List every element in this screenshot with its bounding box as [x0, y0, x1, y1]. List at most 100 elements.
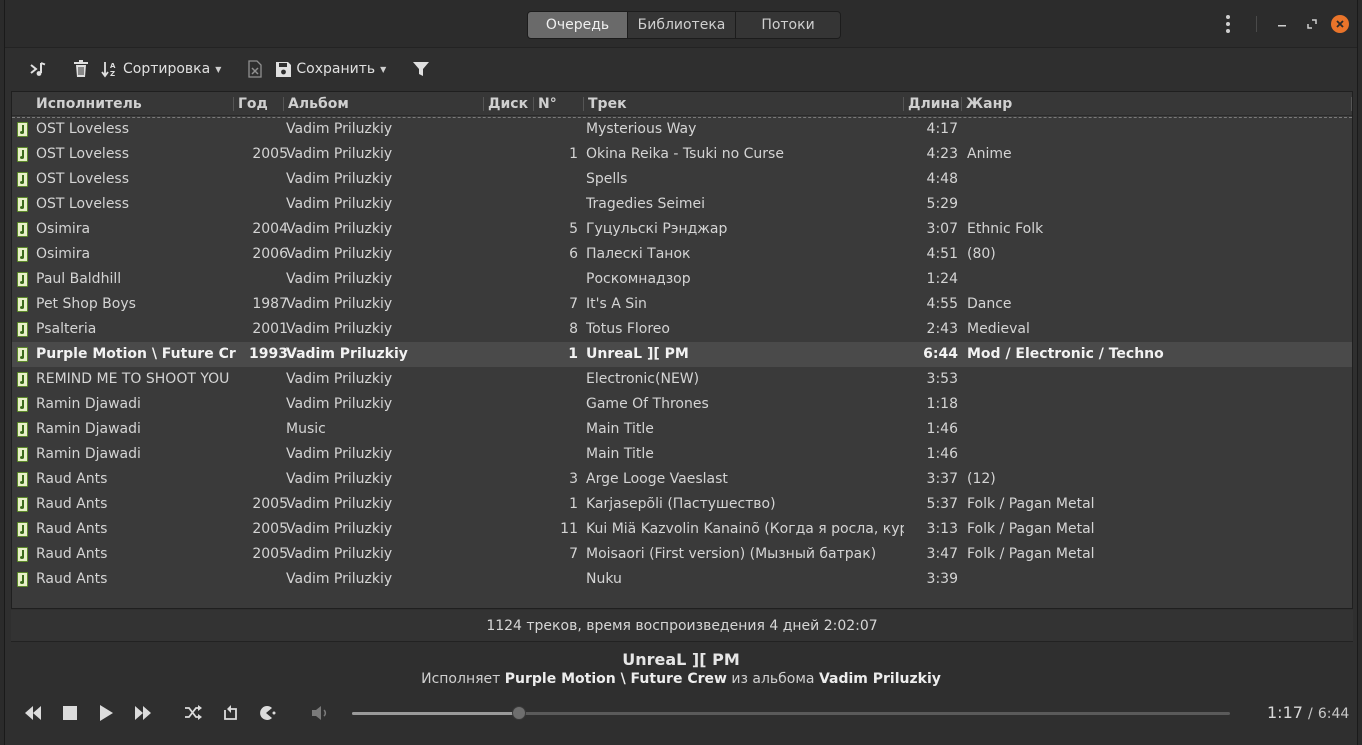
cell-num: 3: [569, 471, 578, 487]
table-row-playing[interactable]: Purple Motion \ Future Crew 1993 Vadim Pri…: [12, 342, 1352, 367]
column-length[interactable]: Длина: [904, 92, 962, 116]
cell-length: 4:55: [926, 296, 958, 312]
table-row[interactable]: Pet Shop Boys 1987 Vadim Priluzkiy 7 It's A …: [12, 292, 1352, 317]
repeat-button[interactable]: [219, 702, 241, 724]
cell-disc: [486, 517, 536, 542]
table-row[interactable]: OST Loveless Vadim Priluzkiy Mysterious Wa…: [12, 117, 1352, 142]
menu-kebab-icon[interactable]: [1218, 14, 1238, 34]
cell-album: Vadim Priluzkiy: [286, 321, 393, 337]
clear-queue-button[interactable]: [67, 54, 95, 84]
cell-num: 6: [569, 246, 578, 262]
cell-disc: [486, 217, 536, 242]
cell-year: [238, 117, 288, 142]
table-row[interactable]: Raud Ants 2005 Vadim Priluzkiy 11 Kui Miä Ka…: [12, 517, 1352, 542]
minimize-button[interactable]: [1271, 13, 1293, 35]
table-row[interactable]: Osimira 2004 Vadim Priluzkiy 5 Гуцульскі Рэн…: [12, 217, 1352, 242]
cell-disc: [486, 567, 536, 592]
cell-length: 4:17: [926, 121, 958, 137]
cell-track: Arge Looge Vaeslast: [586, 471, 728, 487]
floppy-disk-icon: [276, 61, 292, 77]
previous-button[interactable]: [22, 702, 44, 724]
column-genre[interactable]: Жанр: [962, 92, 1352, 116]
cell-disc: [486, 117, 536, 142]
cell-album: Vadim Priluzkiy: [286, 446, 393, 462]
stop-button[interactable]: [59, 702, 81, 724]
time-separator: /: [1308, 706, 1313, 722]
table-row[interactable]: Osimira 2006 Vadim Priluzkiy 6 Палескі Танок…: [12, 242, 1352, 267]
tab-queue[interactable]: Очередь: [528, 12, 628, 38]
table-row[interactable]: Ramin Djawadi Vadim Priluzkiy Main Title 1:…: [12, 442, 1352, 467]
table-row[interactable]: Ramin Djawadi Vadim Priluzkiy Game Of Thro…: [12, 392, 1352, 417]
column-disc[interactable]: Диск: [484, 92, 534, 116]
music-file-icon: [17, 222, 28, 237]
cell-track: Spells: [586, 171, 628, 187]
table-row[interactable]: Paul Baldhill Vadim Priluzkiy Роскомнадзор…: [12, 267, 1352, 292]
cell-album: Vadim Priluzkiy: [286, 571, 393, 587]
queue-status: 1124 треков, время воспроизведения 4 дне…: [11, 610, 1353, 642]
save-button[interactable]: Сохранить ▼: [269, 54, 392, 84]
cell-track: Mysterious Way: [586, 121, 697, 137]
cell-artist: OST Loveless: [36, 121, 130, 137]
table-row[interactable]: Raud Ants Vadim Priluzkiy Nuku 3:39: [12, 567, 1352, 592]
volume-button[interactable]: [309, 702, 331, 724]
elapsed-time: 1:17: [1267, 703, 1303, 722]
cell-track: Game Of Thrones: [586, 396, 709, 412]
close-icon: [1336, 20, 1344, 28]
music-file-icon: [17, 547, 28, 562]
sort-button[interactable]: A Z Сортировка ▼: [95, 54, 227, 84]
shuffle-button[interactable]: [182, 702, 204, 724]
close-button[interactable]: [1331, 15, 1349, 33]
cell-album: Vadim Priluzkiy: [286, 146, 393, 162]
goto-current-button[interactable]: [23, 54, 53, 84]
tab-streams[interactable]: Потоки: [736, 12, 840, 38]
filter-button[interactable]: [406, 54, 436, 84]
music-file-icon: [17, 372, 28, 387]
column-album[interactable]: Альбом: [284, 92, 484, 116]
table-row[interactable]: Raud Ants 2005 Vadim Priluzkiy 1 Karjasepõli…: [12, 492, 1352, 517]
cell-num: [536, 417, 578, 442]
remove-duplicates-button[interactable]: [241, 54, 269, 84]
cell-num: [536, 442, 578, 467]
play-button[interactable]: [95, 702, 117, 724]
skip-back-icon: [25, 706, 41, 720]
cell-disc: [486, 292, 536, 317]
cell-length: 2:43: [926, 321, 958, 337]
header-bar: Очередь Библиотека Потоки: [5, 0, 1357, 48]
maximize-button[interactable]: [1301, 13, 1323, 35]
cell-year: [238, 167, 288, 192]
column-artist[interactable]: Исполнитель: [32, 92, 234, 116]
seek-bar[interactable]: [352, 706, 1230, 720]
queue-list[interactable]: Исполнитель Год Альбом Диск N° Трек Длин…: [11, 91, 1353, 609]
table-row[interactable]: Raud Ants 2005 Vadim Priluzkiy 7 Moisaori (F…: [12, 542, 1352, 567]
column-number[interactable]: N°: [534, 92, 584, 116]
sort-az-icon: A Z: [101, 62, 116, 78]
music-file-icon: [17, 522, 28, 537]
cell-album: Vadim Priluzkiy: [286, 271, 393, 287]
from-album-label: из альбома: [731, 671, 815, 687]
column-year[interactable]: Год: [234, 92, 284, 116]
cell-length: 6:44: [923, 346, 958, 362]
cell-disc: [486, 142, 536, 167]
tab-library[interactable]: Библиотека: [628, 12, 736, 38]
table-row[interactable]: Raud Ants Vadim Priluzkiy 3 Arge Looge Vaes…: [12, 467, 1352, 492]
cell-year: [238, 467, 288, 492]
cell-disc: [486, 392, 536, 417]
table-row[interactable]: REMIND ME TO SHOOT YOU Vadim Priluzkiy Ele…: [12, 367, 1352, 392]
seek-handle[interactable]: [511, 706, 526, 720]
table-row[interactable]: OST Loveless Vadim Priluzkiy Tragedies Sei…: [12, 192, 1352, 217]
playback-controls: 1:17 / 6:44: [5, 698, 1357, 728]
consume-button[interactable]: [256, 702, 278, 724]
table-row[interactable]: OST Loveless 2005 Vadim Priluzkiy 1 Okina Re…: [12, 142, 1352, 167]
cell-disc: [486, 367, 536, 392]
cell-artist: Raud Ants: [36, 571, 108, 587]
cell-album: Vadim Priluzkiy: [286, 221, 393, 237]
table-row[interactable]: Ramin Djawadi Music Main Title 1:46: [12, 417, 1352, 442]
cell-disc: [486, 167, 536, 192]
table-row[interactable]: Psalteria 2001 Vadim Priluzkiy 8 Totus Flore…: [12, 317, 1352, 342]
cell-genre: Mod / Electronic / Techno: [967, 346, 1164, 362]
table-row[interactable]: OST Loveless Vadim Priluzkiy Spells 4:48: [12, 167, 1352, 192]
now-playing-album: Vadim Priluzkiy: [818, 671, 941, 687]
column-track[interactable]: Трек: [584, 92, 904, 116]
cell-num: 7: [569, 296, 578, 312]
next-button[interactable]: [132, 702, 154, 724]
